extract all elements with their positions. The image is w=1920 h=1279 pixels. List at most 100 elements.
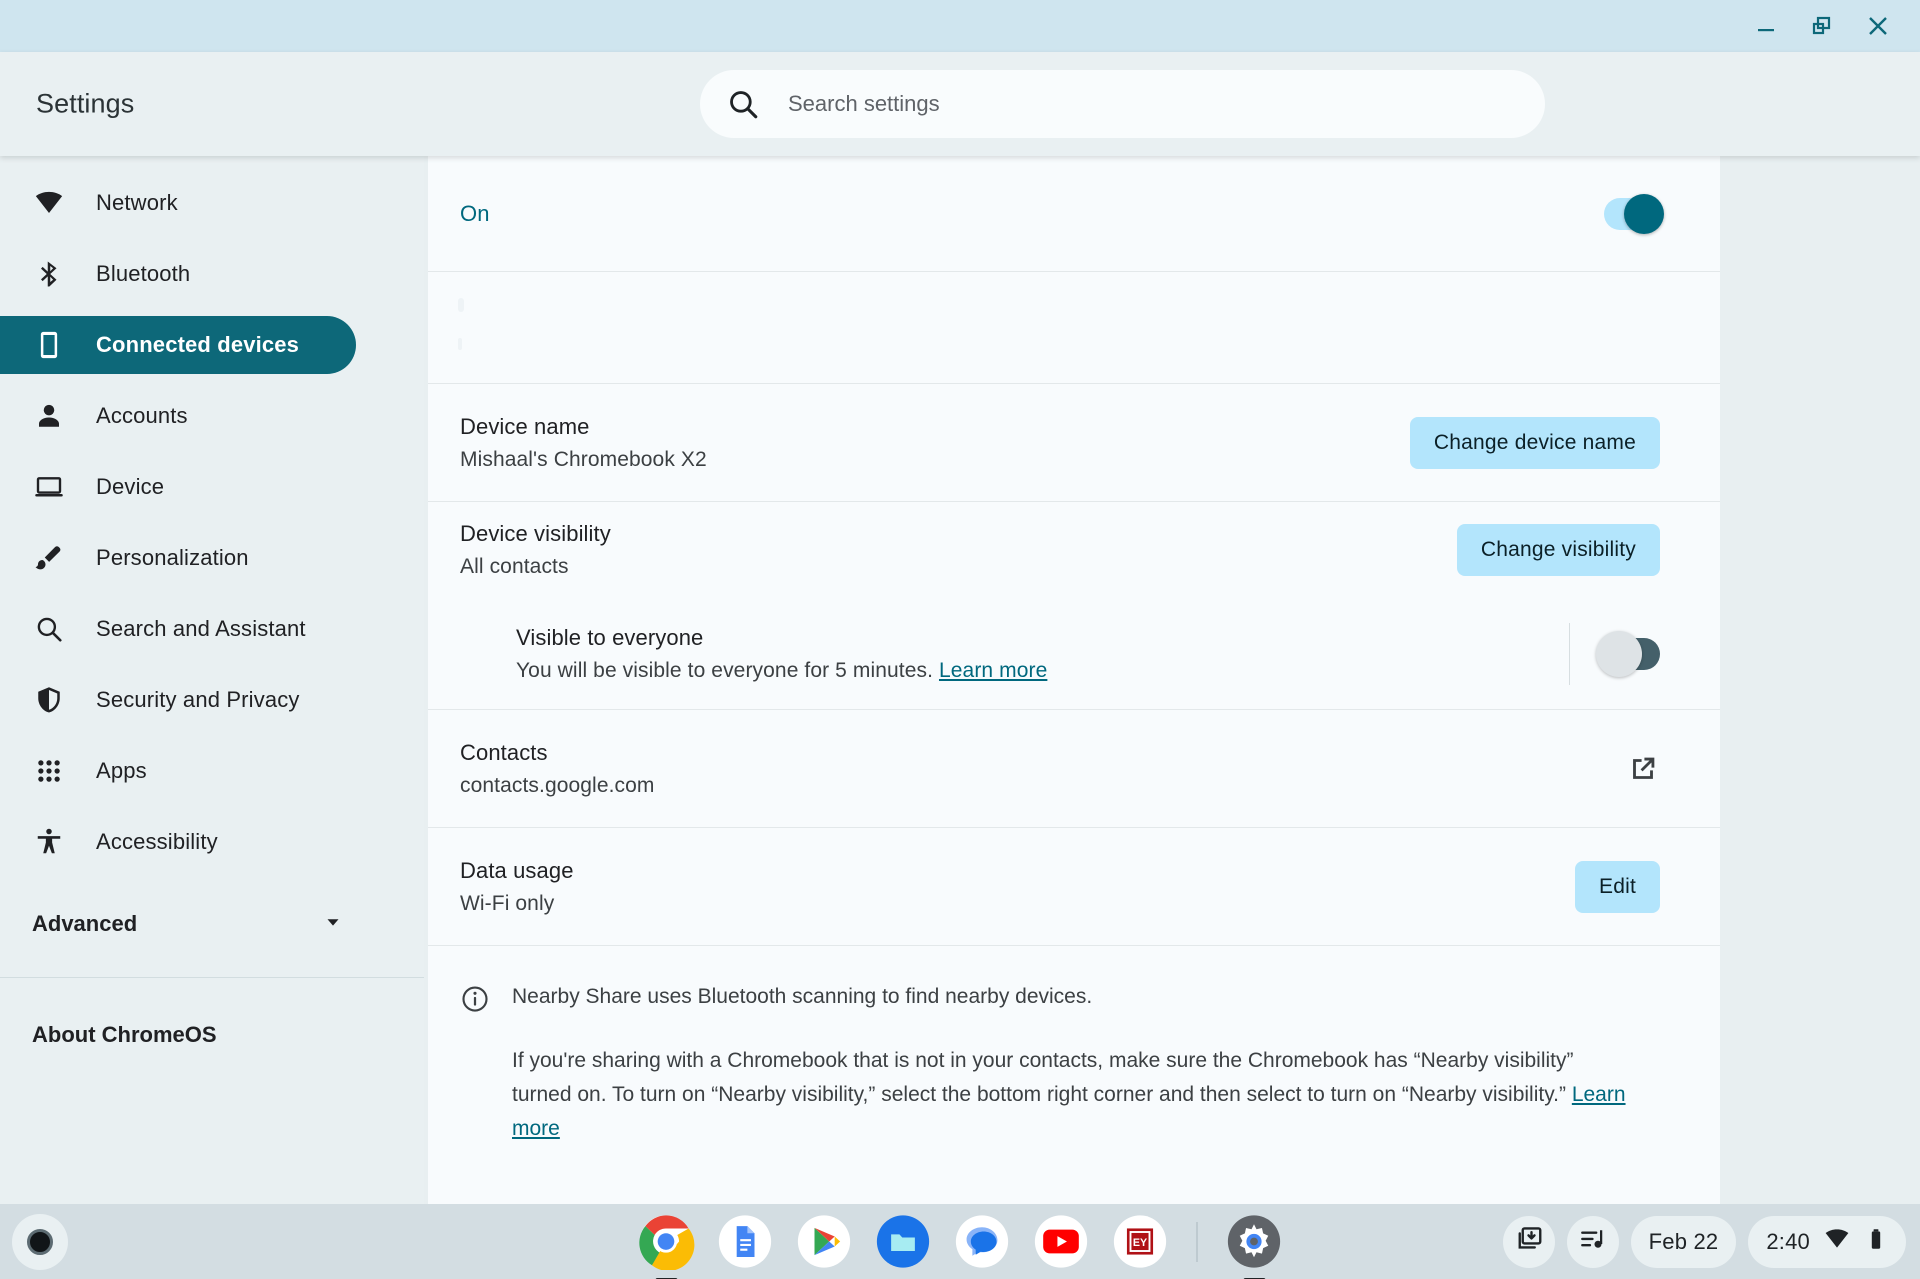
tray-date: Feb 22 (1648, 1228, 1719, 1254)
change-device-name-button[interactable]: Change device name (1409, 416, 1660, 469)
downloads-tote-icon (1514, 1224, 1544, 1259)
sidebar-item-label: Personalization (96, 545, 249, 570)
sidebar-about-label: About ChromeOS (32, 1022, 217, 1047)
info-paragraph-2-text: If you're sharing with a Chromebook that… (512, 1049, 1574, 1106)
window-titlebar (0, 0, 1920, 52)
settings-sidebar: Network Bluetooth Connected devices Acco… (0, 156, 424, 1204)
visible-description-text: You will be visible to everyone for 5 mi… (516, 658, 934, 682)
date-tray-button[interactable]: Feb 22 (1630, 1215, 1737, 1268)
visible-to-everyone-description: You will be visible to everyone for 5 mi… (516, 659, 1047, 683)
info-paragraph-2: If you're sharing with a Chromebook that… (512, 1044, 1632, 1146)
sidebar-item-label: Device (96, 474, 165, 499)
visible-learn-more-link[interactable]: Learn more (939, 659, 1047, 682)
settings-content: On Device name Mishaal's Chromebook X2 C… (428, 156, 1720, 1204)
person-icon (32, 399, 66, 433)
placeholder-line (458, 298, 464, 312)
edit-data-usage-button[interactable]: Edit (1575, 860, 1660, 913)
sidebar-item-accounts[interactable]: Accounts (0, 387, 356, 445)
shelf-app-play-store[interactable] (796, 1213, 853, 1270)
shelf-app-settings[interactable] (1226, 1213, 1283, 1279)
laptop-icon (32, 470, 66, 504)
sidebar-item-personalization[interactable]: Personalization (0, 529, 356, 587)
chevron-down-icon (322, 911, 344, 938)
restore-button[interactable] (1794, 3, 1850, 49)
device-visibility-title: Device visibility (460, 521, 611, 546)
sidebar-item-connected-devices[interactable]: Connected devices (0, 316, 356, 374)
external-link-icon[interactable] (1626, 752, 1660, 786)
info-icon (460, 984, 490, 1014)
shelf-separator (1196, 1221, 1198, 1262)
media-controls-button[interactable] (1566, 1215, 1619, 1268)
data-usage-title: Data usage (460, 857, 574, 883)
device-name-value: Mishaal's Chromebook X2 (460, 447, 707, 471)
sidebar-advanced-toggle[interactable]: Advanced (0, 895, 424, 953)
sidebar-advanced-label: Advanced (32, 911, 138, 936)
info-paragraph-1: Nearby Share uses Bluetooth scanning to … (512, 985, 1093, 1008)
battery-icon (1864, 1227, 1888, 1256)
contacts-value: contacts.google.com (460, 773, 655, 797)
brush-icon (32, 541, 66, 575)
minimize-button[interactable] (1738, 3, 1794, 49)
sidebar-item-label: Apps (96, 758, 147, 783)
sidebar-item-search-and-assistant[interactable]: Search and Assistant (0, 600, 356, 658)
page-title: Settings (36, 88, 135, 119)
search-bar[interactable] (700, 70, 1545, 138)
sidebar-item-apps[interactable]: Apps (0, 742, 356, 800)
shelf-app-chrome[interactable] (638, 1213, 695, 1279)
shelf-app-docs[interactable] (717, 1213, 774, 1270)
sidebar-item-accessibility[interactable]: Accessibility (0, 813, 356, 871)
chromeos-shelf: EY Feb 22 2:40 (0, 1204, 1920, 1279)
downloads-tote-button[interactable] (1502, 1215, 1555, 1268)
device-visibility-value: All contacts (460, 555, 569, 578)
close-button[interactable] (1850, 3, 1906, 49)
sidebar-item-device[interactable]: Device (0, 458, 356, 516)
sidebar-item-label: Accounts (96, 403, 188, 428)
data-usage-row: Data usage Wi-Fi only Edit (428, 828, 1720, 946)
shelf-app-messages[interactable] (954, 1213, 1011, 1270)
shield-icon (32, 683, 66, 717)
placeholder-row (428, 272, 1720, 384)
system-tray: Feb 22 2:40 (1502, 1215, 1906, 1268)
status-tray-button[interactable]: 2:40 (1748, 1215, 1906, 1268)
sidebar-item-bluetooth[interactable]: Bluetooth (0, 245, 356, 303)
placeholder-line (458, 338, 462, 350)
sidebar-item-label: Accessibility (96, 829, 218, 854)
settings-header: Settings (0, 52, 1920, 156)
device-name-title: Device name (460, 413, 590, 439)
sidebar-item-network[interactable]: Network (0, 174, 356, 232)
shelf-app-ey[interactable]: EY (1112, 1213, 1169, 1270)
sidebar-item-label: Network (96, 190, 178, 215)
nearby-share-info-block: Nearby Share uses Bluetooth scanning to … (428, 946, 1720, 1166)
phone-icon (32, 328, 66, 362)
shelf-app-youtube[interactable] (1033, 1213, 1090, 1270)
wifi-icon (1824, 1226, 1850, 1257)
accessibility-icon (32, 825, 66, 859)
data-usage-value: Wi-Fi only (460, 891, 555, 915)
device-name-row: Device name Mishaal's Chromebook X2 Chan… (428, 384, 1720, 502)
vertical-divider (1569, 622, 1570, 685)
shelf-app-list: EY (638, 1204, 1283, 1279)
visible-to-everyone-row: Visible to everyone You will be visible … (428, 598, 1720, 710)
nearby-share-status-row: On (428, 156, 1720, 272)
contacts-row[interactable]: Contacts contacts.google.com (428, 710, 1720, 828)
sidebar-item-label: Security and Privacy (96, 687, 300, 712)
sidebar-item-label: Search and Assistant (96, 616, 306, 641)
shelf-app-files[interactable] (875, 1213, 932, 1270)
nearby-share-toggle[interactable] (1604, 193, 1664, 234)
sidebar-item-about-chromeos[interactable]: About ChromeOS (0, 1006, 424, 1064)
sidebar-item-label: Bluetooth (96, 261, 191, 286)
svg-text:EY: EY (1133, 1237, 1147, 1249)
contacts-title: Contacts (460, 739, 548, 765)
device-visibility-row: Device visibility All contacts Change vi… (428, 502, 1720, 598)
change-visibility-button[interactable]: Change visibility (1456, 524, 1660, 576)
media-playlist-icon (1578, 1224, 1608, 1259)
sidebar-divider (0, 977, 424, 978)
launcher-button[interactable] (12, 1213, 68, 1270)
sidebar-item-security-and-privacy[interactable]: Security and Privacy (0, 671, 356, 729)
search-input[interactable] (788, 91, 1519, 117)
visible-to-everyone-title: Visible to everyone (516, 624, 704, 650)
bluetooth-icon (32, 257, 66, 291)
search-icon (726, 87, 760, 121)
visible-to-everyone-toggle[interactable] (1596, 630, 1660, 677)
wifi-icon (32, 186, 66, 220)
